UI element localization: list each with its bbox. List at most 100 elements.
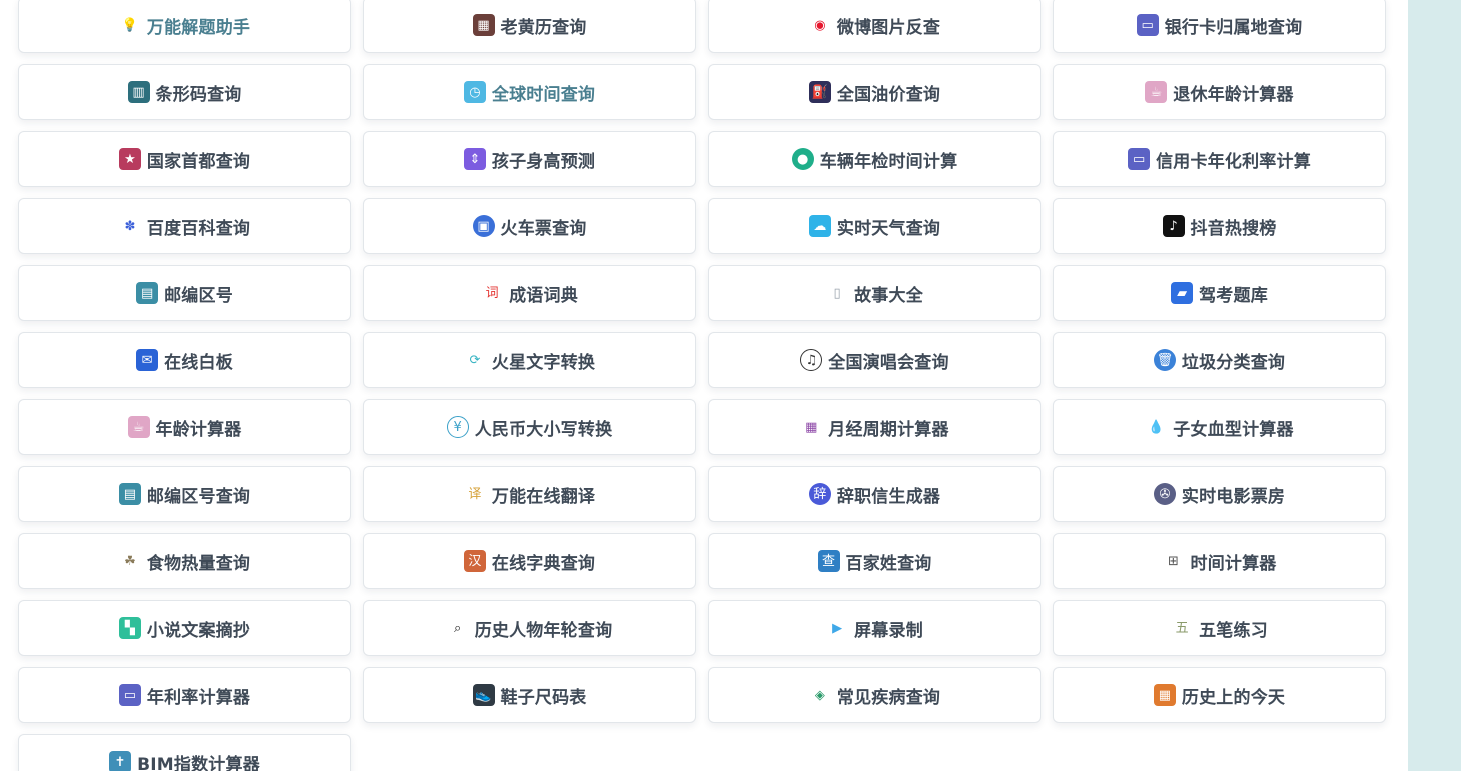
tool-label: 子女血型计算器 [1173,419,1294,440]
tool-card[interactable]: ☕ 年龄计算器 [18,399,351,455]
tool-card[interactable]: 🗑 垃圾分类查询 [1053,332,1386,388]
tool-label: 在线白板 [164,352,233,373]
blood-drop-icon: 💧 [1148,419,1165,435]
fuel-pump-icon: ⛽ [808,81,831,103]
clock-icon: ◷ [463,81,486,103]
postcode-icon: ▤ [118,483,141,505]
tools-page: 💡 万能解题助手 ▦ 老黄历查询 ◉ 微博图片反查 ▭ 银行卡归属地查询 ▥ 条形码查询 ◷ 全球时间… [0,0,1461,771]
tool-label: 全球时间查询 [491,84,596,105]
tool-label: 百家姓查询 [845,553,932,574]
tool-card[interactable]: ¥ 人民币大小写转换 [363,399,696,455]
tool-card[interactable]: 辞辞职信生成器 [708,466,1041,522]
tool-card[interactable]: ★ 国家首都查询 [18,131,351,187]
food-icon: ☘ [124,553,136,569]
yuan-icon: ¥ [446,416,469,438]
postcode-icon: ▤ [136,282,159,304]
tool-card[interactable]: ♪ 抖音热搜榜 [1053,198,1386,254]
tool-card[interactable]: 查百家姓查询 [708,533,1041,589]
tool-label: 屏幕录制 [854,620,923,641]
tool-card[interactable]: ▚ 小说文案摘抄 [18,600,351,656]
tool-card[interactable]: ⛽ 全国油价查询 [708,64,1041,120]
refresh-icon: ⟳ [469,352,481,368]
tool-card[interactable]: ◈ 常见疾病查询 [708,667,1041,723]
tool-card[interactable]: ▯ 故事大全 [708,265,1041,321]
tool-card[interactable]: ◷ 全球时间查询 [363,64,696,120]
tool-label: 老黄历查询 [500,17,587,38]
tool-card[interactable]: ▭ 年利率计算器 [18,667,351,723]
tool-card[interactable]: ▭ 信用卡年化利率计算 [1053,131,1386,187]
almanac-icon: ▦ [472,14,495,36]
tool-card[interactable]: ● 车辆年检时间计算 [708,131,1041,187]
weibo-icon: ◉ [814,17,826,33]
tool-card[interactable]: ▦ 历史上的今天 [1053,667,1386,723]
tool-card[interactable]: ▶ 屏幕录制 [708,600,1041,656]
tool-grid: 💡 万能解题助手 ▦ 老黄历查询 ◉ 微博图片反查 ▭ 银行卡归属地查询 ▥ 条形码查询 ◷ 全球时间… [18,0,1386,771]
tool-card[interactable]: ✽ 百度百科查询 [18,198,351,254]
driving-test-icon: ▰ [1171,282,1194,304]
tool-label: 万能在线翻译 [491,486,596,507]
history-calendar-icon: ▦ [1153,684,1176,706]
tool-card[interactable]: ▤ 邮编区号 [18,265,351,321]
tool-card[interactable]: 汉在线字典查询 [363,533,696,589]
tool-card[interactable]: ▦ 月经周期计算器 [708,399,1041,455]
tool-label: 孩子身高预测 [491,151,596,172]
tool-card[interactable]: 💧 子女血型计算器 [1053,399,1386,455]
tool-card[interactable]: ✇ 实时电影票房 [1053,466,1386,522]
barcode-icon: ▥ [127,81,150,103]
translate-icon: 译 [468,486,482,502]
tool-label: BIM指数计算器 [137,754,260,771]
han-character-icon: 汉 [463,550,486,572]
tool-card[interactable]: ✝ BIM指数计算器 [18,734,351,771]
tool-label: 实时电影票房 [1181,486,1286,507]
tool-card[interactable]: ▥ 条形码查询 [18,64,351,120]
tool-card[interactable]: ▭ 银行卡归属地查询 [1053,0,1386,53]
graduation-cap-icon: ◈ [814,687,825,703]
tool-label: 人民币大小写转换 [474,419,613,440]
music-disc-icon: ♫ [800,349,823,371]
tool-card[interactable]: 五五笔练习 [1053,600,1386,656]
coffee-cup-icon: ☕ [127,416,150,438]
tool-label: 退休年龄计算器 [1173,84,1294,105]
tool-card[interactable]: ✉ 在线白板 [18,332,351,388]
tool-card[interactable]: ⌕ 历史人物年轮查询 [363,600,696,656]
tool-label: 成语词典 [509,285,578,306]
train-icon: ▣ [472,215,495,237]
tool-label: 火车票查询 [500,218,587,239]
credit-card-icon: ▭ [1128,148,1151,170]
tool-card[interactable]: ◉ 微博图片反查 [708,0,1041,53]
car-icon: ● [791,148,814,170]
tool-label: 五笔练习 [1199,620,1268,641]
calendar-icon: ▦ [805,419,818,435]
body-icon: ✝ [109,751,132,771]
tool-label: 年龄计算器 [155,419,242,440]
tool-label: 邮编区号 [164,285,233,306]
calculator-icon: ⊞ [1168,553,1179,569]
tool-card[interactable]: ☘ 食物热量查询 [18,533,351,589]
tool-card[interactable]: ⊞ 时间计算器 [1053,533,1386,589]
trash-icon: 🗑 [1153,349,1176,371]
dictionary-icon: 词 [485,285,499,301]
tool-card[interactable]: ♫ 全国演唱会查询 [708,332,1041,388]
tool-card[interactable]: 💡 万能解题助手 [18,0,351,53]
bank-card-icon: ▭ [1136,14,1159,36]
tool-label: 信用卡年化利率计算 [1156,151,1311,172]
tool-card[interactable]: ▣ 火车票查询 [363,198,696,254]
tool-card[interactable]: 词成语词典 [363,265,696,321]
tool-card[interactable]: ▤ 邮编区号查询 [18,466,351,522]
tool-label: 驾考题库 [1199,285,1268,306]
tool-card[interactable]: ☕ 退休年龄计算器 [1053,64,1386,120]
douyin-icon: ♪ [1162,215,1185,237]
search-icon: ⌕ [454,620,462,636]
tool-card[interactable]: ▰ 驾考题库 [1053,265,1386,321]
tool-card[interactable]: ⟳ 火星文字转换 [363,332,696,388]
tool-label: 历史上的今天 [1181,687,1286,708]
paw-icon: ✽ [124,218,136,234]
tool-card[interactable]: ▦ 老黄历查询 [363,0,696,53]
tool-card[interactable]: 👟 鞋子尺码表 [363,667,696,723]
tool-card[interactable]: ☁ 实时天气查询 [708,198,1041,254]
tool-label: 历史人物年轮查询 [474,620,613,641]
tool-label: 时间计算器 [1190,553,1277,574]
resign-letter-icon: 辞 [808,483,831,505]
tool-card[interactable]: ⇕ 孩子身高预测 [363,131,696,187]
tool-card[interactable]: 译万能在线翻译 [363,466,696,522]
